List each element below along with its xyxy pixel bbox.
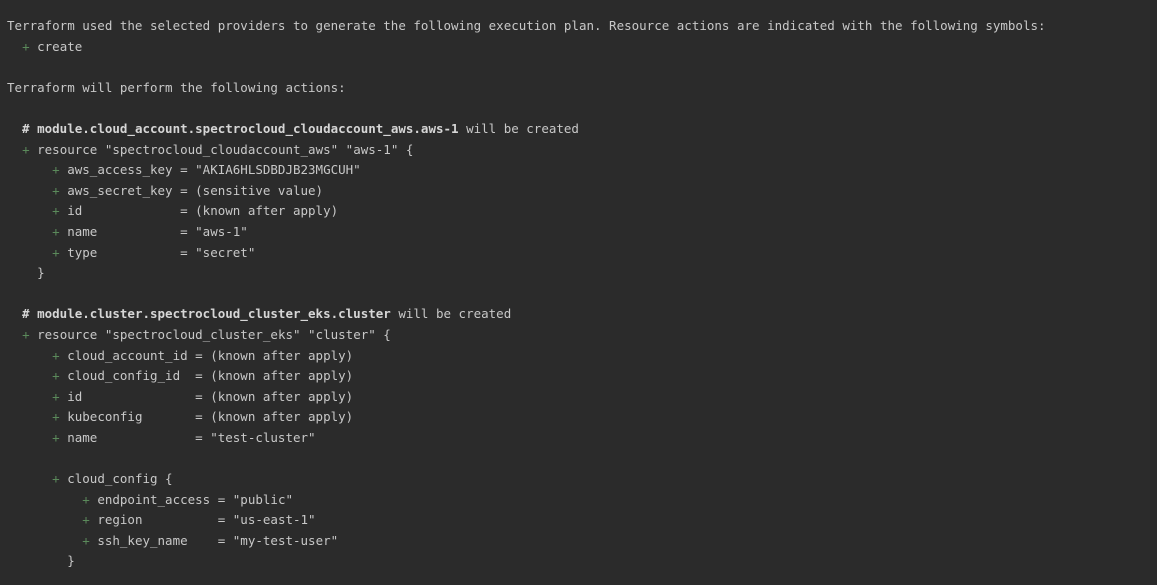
line-text: Terraform used the selected providers to…: [7, 18, 1046, 33]
terminal-line: }: [7, 263, 1157, 284]
create-symbol: +: [22, 326, 30, 342]
create-symbol: +: [52, 203, 60, 219]
line-text: region = "us-east-1": [89, 512, 316, 528]
create-symbol: +: [52, 182, 60, 198]
terminal-line: + cloud_account_id = (known after apply): [7, 346, 1157, 367]
terminal-line: + id = (known after apply): [7, 201, 1157, 222]
create-symbol: +: [22, 38, 30, 54]
line-text: create: [29, 38, 83, 54]
line-text: ssh_key_name = "my-test-user": [89, 532, 339, 548]
create-symbol: +: [82, 491, 90, 507]
terminal-line: Terraform used the selected providers to…: [7, 16, 1157, 37]
terminal-line: }: [7, 551, 1157, 572]
line-text: cloud_config_id = (known after apply): [59, 368, 354, 384]
resource-address: module.cloud_account.spectrocloud_clouda…: [37, 120, 459, 136]
create-symbol: +: [82, 532, 90, 548]
create-symbol: +: [52, 388, 60, 404]
terminal-line: # module.cloud_account.spectrocloud_clou…: [7, 119, 1157, 140]
line-text: [7, 471, 52, 486]
create-symbol: +: [52, 429, 60, 445]
line-text: cloud_config {: [59, 471, 173, 487]
terminal-line: + create: [7, 37, 1157, 58]
line-text: aws_access_key = "AKIA6HLSDBDJB23MGCUH": [59, 162, 361, 178]
line-text: aws_secret_key = (sensitive value): [59, 182, 324, 198]
line-text: }: [7, 553, 75, 569]
terminal-line: + resource "spectrocloud_cloudaccount_aw…: [7, 140, 1157, 161]
line-text: resource "spectrocloud_cloudaccount_aws"…: [29, 141, 414, 157]
terminal-output: Terraform used the selected providers to…: [0, 0, 1157, 585]
line-text: [7, 224, 52, 239]
line-text: kubeconfig = (known after apply): [59, 409, 354, 425]
line-text: resource "spectrocloud_cluster_eks" "clu…: [29, 326, 391, 342]
line-text: [7, 512, 82, 527]
resource-address: module.cluster.spectrocloud_cluster_eks.…: [37, 306, 391, 322]
line-text: [7, 409, 52, 424]
line-text: [7, 492, 82, 507]
line-text: name = "aws-1": [59, 223, 248, 239]
terminal-line: + aws_access_key = "AKIA6HLSDBDJB23MGCUH…: [7, 160, 1157, 181]
terminal-line: + cloud_config_id = (known after apply): [7, 366, 1157, 387]
create-symbol: +: [52, 347, 60, 363]
terminal-line: Terraform will perform the following act…: [7, 78, 1157, 99]
terminal-line: + aws_secret_key = (sensitive value): [7, 181, 1157, 202]
line-text: endpoint_access = "public": [89, 491, 293, 507]
line-text: [7, 203, 52, 218]
line-text: will be created: [458, 120, 579, 136]
create-symbol: +: [82, 512, 90, 528]
terminal-line: + type = "secret": [7, 243, 1157, 264]
line-text: [7, 389, 52, 404]
line-text: [7, 183, 52, 198]
line-text: [7, 245, 52, 260]
create-symbol: +: [52, 244, 60, 260]
line-text: id = (known after apply): [59, 388, 354, 404]
line-text: [7, 39, 22, 54]
terminal-line: + region = "us-east-1": [7, 510, 1157, 531]
line-text: [7, 430, 52, 445]
line-text: will be created: [390, 306, 512, 322]
create-symbol: +: [52, 368, 60, 384]
line-text: }: [7, 265, 45, 281]
create-symbol: +: [52, 162, 60, 178]
create-symbol: +: [52, 471, 60, 487]
create-symbol: +: [52, 223, 60, 239]
terminal-line: # module.cluster.spectrocloud_cluster_ek…: [7, 304, 1157, 325]
terminal-line: + endpoint_access = "public": [7, 490, 1157, 511]
line-text: [7, 348, 52, 363]
create-symbol: +: [52, 409, 60, 425]
line-text: type = "secret": [59, 244, 256, 260]
resource-address: #: [7, 306, 38, 322]
terminal-line: + name = "aws-1": [7, 222, 1157, 243]
line-text: Terraform will perform the following act…: [7, 79, 346, 95]
create-symbol: +: [22, 141, 30, 157]
line-text: [7, 162, 52, 177]
terminal-line: + kubeconfig = (known after apply): [7, 407, 1157, 428]
line-text: [7, 142, 22, 157]
terminal-line: + id = (known after apply): [7, 387, 1157, 408]
terminal-line: + ssh_key_name = "my-test-user": [7, 531, 1157, 552]
terminal-line: + resource "spectrocloud_cluster_eks" "c…: [7, 325, 1157, 346]
resource-address: #: [7, 120, 38, 136]
line-text: [7, 327, 22, 342]
line-text: id = (known after apply): [59, 203, 339, 219]
line-text: cloud_account_id = (known after apply): [59, 347, 354, 363]
line-text: [7, 368, 52, 383]
terminal-line: + name = "test-cluster": [7, 428, 1157, 449]
line-text: name = "test-cluster": [59, 429, 316, 445]
line-text: [7, 533, 82, 548]
terminal-line: + cloud_config {: [7, 469, 1157, 490]
